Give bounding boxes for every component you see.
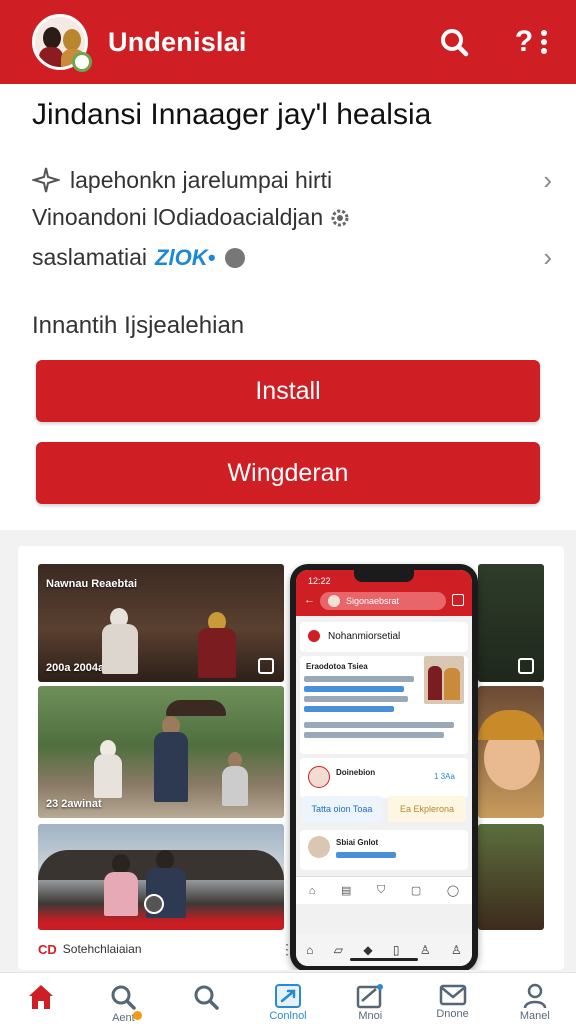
sparkle-icon: [32, 167, 60, 193]
nav-send[interactable]: Conlnol: [247, 973, 329, 1024]
person-icon: [523, 983, 547, 1009]
info-row-3[interactable]: saslamatiai ZlOK• ›: [32, 242, 552, 272]
nav-home[interactable]: [0, 973, 82, 1024]
phone-list2-name: Sbiai Gnlot: [336, 838, 379, 847]
help-menu-button[interactable]: ?: [510, 20, 554, 64]
edit-mail-icon: [357, 984, 384, 1009]
photo-2-label: 23 2awinat: [46, 798, 102, 810]
nav-profile[interactable]: Manel: [494, 973, 576, 1024]
nav-mail[interactable]: Dnone: [411, 973, 493, 1024]
footer-logo: CD: [38, 941, 57, 957]
notification-badge: [133, 1011, 143, 1020]
expand-icon: [258, 658, 274, 674]
phone-list-name: Doinebion: [336, 768, 376, 777]
screenshot-photo-2[interactable]: 23 2awinat: [38, 686, 284, 818]
gallery-footer: CD Sotehchlaiaian ⋮: [38, 934, 544, 964]
phone-search-bar: Sigonaebsrat: [320, 592, 446, 610]
nav-search-2[interactable]: [165, 973, 247, 1024]
phone-avatar: [328, 595, 340, 607]
chevron-right-icon: ›: [543, 164, 552, 195]
footer-more-icon[interactable]: ⋮: [280, 941, 294, 958]
section-label: Innantih Ijsjealehian: [32, 312, 245, 339]
app-header: Undenislai ?: [0, 0, 576, 84]
phone-info-icon: ◯: [446, 885, 460, 897]
phone-list-value: 1 3Aa: [434, 772, 455, 781]
phone-doc-icon: ▤: [341, 885, 352, 897]
phone-chat-icon: ▢: [410, 885, 422, 897]
phone-search-text: Sigonaebsrat: [346, 596, 400, 606]
rotate-icon[interactable]: [144, 894, 164, 914]
app-root: Undenislai ? Jindansi Innaager jay'l hea…: [0, 0, 576, 1024]
back-arrow-icon: ←: [304, 594, 315, 606]
phone-nav-bar: ⌂ ▤ ⛉ ▢ ◯: [296, 876, 472, 904]
globe-icon: [225, 247, 246, 268]
mail-icon: [439, 984, 466, 1006]
install-button[interactable]: Install: [36, 360, 540, 422]
phone-screen: 12:22 ← Sigonaebsrat Nohanmiorsetial Era…: [296, 570, 472, 966]
chevron-right-icon: ›: [543, 242, 552, 272]
info-row-2: Vinoandoni lOdiadoacialdjan: [32, 204, 552, 231]
nav-compose-label: Mnoi: [358, 1010, 383, 1022]
phone-article-thumb: [424, 656, 464, 704]
phone-list-avatar-2: [308, 836, 330, 858]
search-icon: [441, 29, 469, 57]
app-title: Undenislai: [108, 26, 247, 57]
nav-search-1-label: Aent: [112, 1012, 135, 1024]
more-vertical-icon: [541, 30, 548, 54]
expand-icon: [518, 658, 534, 674]
phone-list-avatar: [308, 766, 330, 788]
search-icon: [111, 985, 137, 1010]
phone-shield-icon: ⛉: [377, 884, 386, 896]
info-row-1[interactable]: lapehonkn jarelumpai hirti ›: [32, 164, 552, 195]
bottom-navigation: Aent Conlnol Mnoi Dnone Manel: [0, 972, 576, 1024]
screenshot-photo-6[interactable]: [478, 824, 544, 930]
search-icon: [194, 985, 219, 1010]
app-info-title: Jindansi Innaager jay'l healsia: [32, 98, 432, 131]
settings-icon: [331, 209, 349, 226]
screenshot-photo-4[interactable]: [478, 564, 544, 682]
help-label: ?: [514, 25, 534, 58]
info-row-1-text: lapehonkn jarelumpai hirti: [70, 166, 333, 193]
nav-search-1[interactable]: Aent: [82, 973, 164, 1024]
photo-1-label: Nawnau Reaebtai: [46, 578, 138, 590]
phone-chip-2: Ea Ekplerona: [388, 796, 466, 822]
phone-card-sub: Eraodotoa Tsiea: [306, 662, 368, 671]
search-button[interactable]: [432, 20, 476, 64]
phone-title-dot: [308, 630, 320, 642]
info-row-2-text: Vinoandoni lOdiadoacialdjan: [32, 204, 324, 230]
phone-home-icon: ⌂: [308, 884, 316, 897]
phone-time: 12:22: [308, 576, 331, 586]
home-icon: [29, 985, 54, 1009]
screenshot-gallery[interactable]: Nawnau Reaebtai 200a 2004aan 23 2awinat: [18, 546, 564, 970]
secondary-button[interactable]: Wingderan: [36, 442, 540, 504]
app-info-panel: Jindansi Innaager jay'l healsia lapehonk…: [0, 84, 576, 530]
phone-title-row: Nohanmiorsetial: [308, 630, 400, 642]
screenshot-photo-5[interactable]: [478, 686, 544, 818]
info-row-3-tag: ZlOK•: [155, 244, 216, 270]
nav-profile-label: Manel: [519, 1010, 550, 1022]
footer-text: Sotehchlaiaian: [62, 942, 142, 956]
phone-mockup: 12:22 ← Sigonaebsrat Nohanmiorsetial Era…: [290, 564, 478, 970]
phone-card-title-text: Nohanmiorsetial: [328, 630, 401, 642]
nav-compose[interactable]: Mnoi: [329, 973, 411, 1024]
info-row-3-text: saslamatiai: [32, 244, 148, 270]
screenshot-photo-3[interactable]: [38, 824, 284, 930]
phone-chip-1: Tatta oion Toaa: [302, 796, 382, 822]
screenshot-photo-1[interactable]: Nawnau Reaebtai 200a 2004aan: [38, 564, 284, 682]
nav-send-label: Conlnol: [269, 1010, 307, 1022]
verified-badge-icon: [72, 52, 92, 72]
phone-menu-icon: [452, 594, 464, 606]
send-icon: [274, 984, 301, 1008]
nav-mail-label: Dnone: [436, 1008, 469, 1020]
